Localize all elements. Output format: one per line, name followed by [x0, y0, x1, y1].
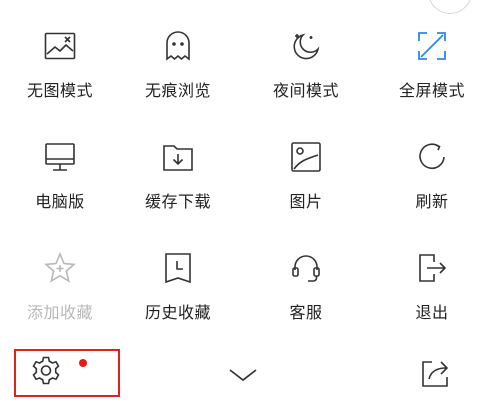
menu-item-label: 退出	[415, 303, 449, 322]
menu-item-label: 无图模式	[26, 81, 93, 100]
menu-item-add-favorite[interactable]: 添加收藏	[0, 226, 120, 336]
desktop-icon	[44, 141, 76, 173]
menu-item-label: 全屏模式	[398, 81, 465, 100]
bottom-toolbar	[0, 340, 480, 408]
menu-item-label: 电脑版	[35, 192, 85, 211]
menu-item-night-mode[interactable]: 夜间模式	[246, 4, 366, 114]
menu-item-label: 客服	[289, 303, 323, 322]
ghost-icon	[162, 30, 194, 62]
exit-icon	[416, 252, 448, 284]
notification-dot	[79, 359, 87, 367]
menu-item-label: 无痕浏览	[144, 81, 211, 100]
settings-button[interactable]	[14, 349, 120, 397]
refresh-icon	[416, 141, 448, 173]
menu-item-label: 刷新	[415, 192, 449, 211]
menu-item-label: 图片	[289, 192, 323, 211]
menu-item-cache-download[interactable]: 缓存下载	[118, 115, 238, 225]
menu-item-pictures[interactable]: 图片	[246, 115, 366, 225]
picture-icon	[290, 141, 322, 173]
menu-item-history-favorites[interactable]: 历史收藏	[118, 226, 238, 336]
menu-item-customer-service[interactable]: 客服	[246, 226, 366, 336]
menu-item-label: 历史收藏	[144, 303, 211, 322]
menu-item-exit[interactable]: 退出	[372, 226, 480, 336]
menu-grid: 无图模式 无痕浏览 夜间模式 全屏模式 电脑版 缓存下载 图片 刷新 添加收藏 …	[0, 0, 480, 340]
fullscreen-icon	[416, 30, 448, 62]
menu-item-label: 添加收藏	[26, 303, 93, 322]
headset-icon	[290, 252, 322, 284]
menu-item-label: 缓存下载	[144, 192, 211, 211]
menu-item-desktop-version[interactable]: 电脑版	[0, 115, 120, 225]
moon-icon	[290, 30, 322, 62]
menu-item-refresh[interactable]: 刷新	[372, 115, 480, 225]
no-image-icon	[44, 30, 76, 62]
download-folder-icon	[162, 141, 194, 173]
menu-item-incognito[interactable]: 无痕浏览	[118, 4, 238, 114]
menu-item-label: 夜间模式	[272, 81, 339, 100]
history-icon	[162, 252, 194, 284]
share-icon	[419, 357, 451, 393]
menu-item-no-image[interactable]: 无图模式	[0, 4, 120, 114]
share-button[interactable]	[418, 358, 452, 392]
collapse-menu-button[interactable]	[226, 364, 260, 388]
chevron-down-icon	[228, 367, 258, 386]
menu-item-fullscreen[interactable]: 全屏模式	[372, 4, 480, 114]
star-add-icon	[44, 252, 76, 284]
gear-icon	[30, 355, 62, 391]
